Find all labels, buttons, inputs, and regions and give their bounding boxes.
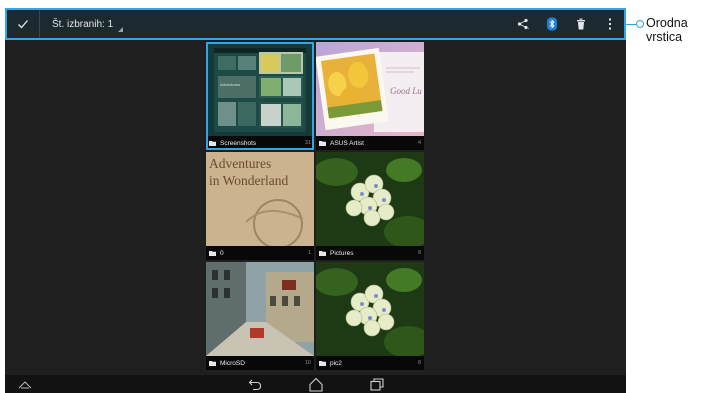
back-button[interactable]: [241, 375, 269, 393]
album-thumbnail: Adventures: [206, 42, 314, 136]
album-thumbnail: Adventures in Wonderland: [206, 152, 314, 246]
album-count: 31: [304, 140, 311, 146]
system-nav-bar: [5, 375, 626, 393]
cover-title-line2: in Wonderland: [209, 173, 289, 188]
action-bar-actions: [508, 10, 624, 38]
album-name: 0: [220, 249, 224, 257]
recents-up-icon: [18, 381, 32, 389]
folder-icon: [209, 250, 216, 256]
album-name: pic2: [330, 359, 342, 367]
share-button[interactable]: [508, 10, 537, 38]
album-thumbnail: Good Lu: [316, 42, 424, 136]
share-icon: [517, 18, 529, 30]
album-caption: pic2 8: [316, 356, 424, 370]
album-caption: Screenshots 31: [206, 136, 314, 150]
svg-text:Adventures: Adventures: [220, 82, 240, 87]
album-caption: ASUS Artist 4: [316, 136, 424, 150]
folder-icon: [319, 360, 326, 366]
folder-icon: [209, 140, 216, 146]
home-button[interactable]: [302, 375, 330, 393]
album-thumbnail: [316, 152, 424, 246]
callout-label: Orodna vrstica: [646, 16, 702, 44]
album-caption: Pictures 8: [316, 246, 424, 260]
album-name: ASUS Artist: [330, 139, 364, 147]
action-bar: Št. izbranih: 1: [5, 8, 626, 40]
bluetooth-button[interactable]: [537, 10, 566, 38]
overflow-menu-icon: [608, 18, 611, 30]
album-name: Pictures: [330, 249, 354, 257]
tablet-screen: Št. izbranih: 1 Adventures Screenshots 3…: [5, 8, 626, 393]
album-name: Screenshots: [220, 139, 257, 147]
delete-button[interactable]: [566, 10, 595, 38]
cover-title-line1: Adventures: [209, 156, 271, 171]
album-tile-pic2[interactable]: pic2 8: [316, 262, 424, 370]
dropdown-corner-icon: [118, 27, 124, 32]
album-count: 8: [417, 250, 421, 256]
recent-apps-button[interactable]: [363, 375, 391, 393]
album-tile-microsd[interactable]: MicroSD 10: [206, 262, 314, 370]
done-button[interactable]: [7, 10, 40, 38]
callout-line1: Orodna: [646, 16, 688, 30]
album-thumbnail: [206, 262, 314, 356]
album-tile-pictures[interactable]: Pictures 8: [316, 152, 424, 260]
callout-line2: vrstica: [646, 30, 683, 44]
album-count: 4: [417, 140, 421, 146]
selection-count-dropdown[interactable]: Št. izbranih: 1: [52, 10, 125, 38]
album-caption: 0 1: [206, 246, 314, 260]
home-icon: [309, 377, 323, 392]
bluetooth-icon: [546, 17, 557, 31]
checkmark-icon: [18, 20, 28, 29]
trash-icon: [576, 18, 585, 30]
album-caption: MicroSD 10: [206, 356, 314, 370]
album-count: 10: [304, 360, 311, 366]
album-name: MicroSD: [220, 359, 245, 367]
overflow-menu-button[interactable]: [595, 10, 624, 38]
album-tile-0[interactable]: Adventures in Wonderland 0 1: [206, 152, 314, 260]
back-icon: [248, 379, 262, 391]
recent-apps-icon: [370, 377, 384, 391]
album-thumbnail: [316, 262, 424, 356]
album-tile-asus-artist[interactable]: Good Lu ASUS Artist 4: [316, 42, 424, 150]
folder-icon: [319, 140, 326, 146]
folder-icon: [319, 250, 326, 256]
callout-marker: [636, 20, 644, 28]
recents-up-button[interactable]: [11, 375, 39, 393]
album-count: 1: [307, 250, 311, 256]
folder-icon: [209, 360, 216, 366]
note-text: Good Lu: [390, 86, 422, 96]
selection-count-label: Št. izbranih: 1: [52, 18, 114, 30]
album-tile-screenshots[interactable]: Adventures Screenshots 31: [206, 42, 314, 150]
album-count: 8: [417, 360, 421, 366]
